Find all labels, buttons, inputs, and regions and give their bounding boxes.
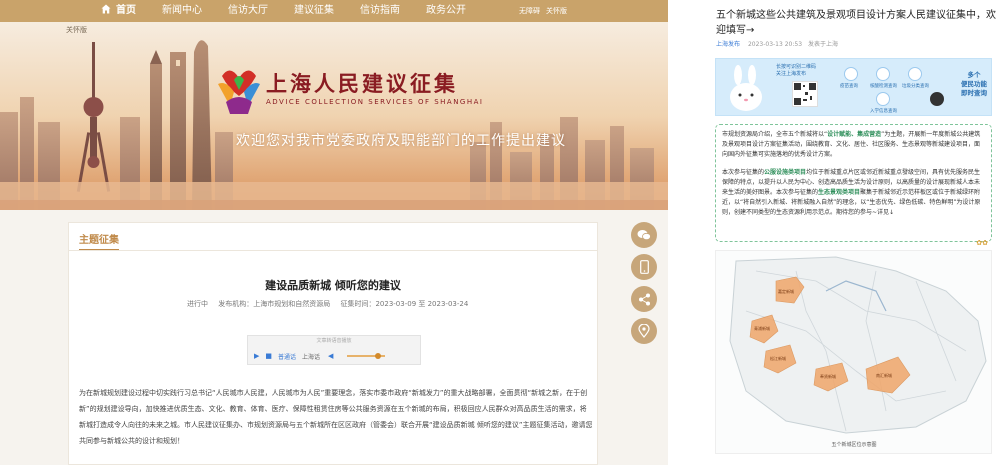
hero-slogan: 欢迎您对我市党委政府及职能部门的工作提出建议 <box>236 133 566 149</box>
article-headline: 五个新城这些公共建筑及景观项目设计方案人民建议征集中，欢迎填写→ <box>716 10 996 36</box>
mobile-button[interactable] <box>631 254 657 280</box>
mobile-icon <box>639 260 649 274</box>
intro-paragraph-1: 市规划资源局介绍，全市五个新城将以“设计赋能、集成营造”为主题，开展新一年度新城… <box>722 131 981 158</box>
garbage-sort-icon <box>908 67 922 81</box>
nav-government-affairs[interactable]: 政务公开 <box>413 0 479 22</box>
garbage-sort-label: 垃圾分类查询 <box>902 84 929 89</box>
volume-slider[interactable] <box>347 353 386 359</box>
section-tag: 主题征集 <box>79 231 119 251</box>
nucleic-test-label: 核酸检测查询 <box>870 84 897 89</box>
location-icon <box>638 324 650 338</box>
wechat-icon <box>637 230 651 241</box>
article-body: 为在新城规划建设过程中切实践行习总书记“人民城市人民建，人民城市为人民”重要理念… <box>79 389 593 445</box>
decoration-stars-icon: ✿✿ <box>976 239 988 247</box>
panel-gap <box>668 0 708 465</box>
stop-icon[interactable]: ■ <box>265 352 272 360</box>
app-icon <box>930 92 944 106</box>
map-label-qingpu: 青浦新城 <box>754 325 770 331</box>
article-title: 建设品质新城 倾听您的建议 <box>265 279 401 292</box>
school-info-label: 入学信息查询 <box>870 109 897 114</box>
wechat-button[interactable] <box>631 222 657 248</box>
hero-banner: 关怀版 上海人民建议征集 ADVICE COLLECTION SERVICES … <box>0 22 668 210</box>
audio-player: 文章转语音播放 ▶ ■ 普通话 上海话 ◀ <box>247 335 421 365</box>
website-panel: 首页 新闻中心 信访大厅 建议征集 信访指南 政务公开 无障碍 关怀版 关怀版 … <box>0 0 668 465</box>
page: 首页 新闻中心 信访大厅 建议征集 信访指南 政务公开 无障碍 关怀版 关怀版 … <box>0 0 1000 465</box>
audio-controls: ▶ ■ 普通话 上海话 ◀ <box>254 350 416 362</box>
shanghai-map-image: 嘉定新城 青浦新城 松江新城 奉贤新城 南汇新城 <box>729 256 987 434</box>
collection-period: 征集时间：2023-03-09 至 2023-03-24 <box>340 300 469 308</box>
theme-collection-section: 主题征集 建设品质新城 倾听您的建议 进行中 发布机构：上海市规划和自然资源局 … <box>68 222 598 465</box>
nav-news[interactable]: 新闻中心 <box>149 0 215 22</box>
vaccine-query-icon <box>844 67 858 81</box>
audio-caption: 文章转语音播放 <box>316 338 352 344</box>
care-mode-label[interactable]: 关怀版 <box>66 25 87 35</box>
map-caption: 五个新城区位示意图 <box>831 442 877 448</box>
logo-title: 上海人民建议征集 <box>266 72 458 96</box>
nucleic-test-icon <box>876 67 890 81</box>
voice-shanghainese-option[interactable]: 上海话 <box>302 352 320 361</box>
share-button[interactable] <box>631 286 657 312</box>
article-byline: 上海发布 2023-03-13 20:53 发表于上海 <box>716 39 842 48</box>
top-navigation: 首页 新闻中心 信访大厅 建议征集 信访指南 政务公开 无障碍 关怀版 <box>0 0 668 22</box>
status-badge: 进行中 <box>187 300 208 308</box>
voice-mandarin-option[interactable]: 普通话 <box>278 352 296 361</box>
vaccine-query-label: 疫苗查询 <box>840 84 858 89</box>
publisher: 发布机构：上海市规划和自然资源局 <box>218 300 331 308</box>
volume-icon[interactable]: ◀ <box>328 352 333 360</box>
home-icon <box>101 4 111 14</box>
map-label-nanhui: 南汇新城 <box>876 372 892 378</box>
article-source-link[interactable]: 上海发布 <box>716 41 740 48</box>
nav-petition-guide[interactable]: 信访指南 <box>347 0 413 22</box>
nav-home[interactable]: 首页 <box>88 0 149 22</box>
more-services-label: 多个 便民功能 即时查询 <box>961 71 987 97</box>
article-location: 发表于上海 <box>807 41 838 48</box>
logo-subtitle: ADVICE COLLECTION SERVICES OF SHANGHAI <box>266 98 484 106</box>
new-towns-map: 嘉定新城 青浦新城 松江新城 奉贤新城 南汇新城 <box>715 250 992 454</box>
rabbit-mascot-icon <box>730 65 762 111</box>
nav-suggestion-collection[interactable]: 建议征集 <box>281 0 347 22</box>
section-divider <box>69 250 597 251</box>
nav-petition-hall[interactable]: 信访大厅 <box>215 0 281 22</box>
play-icon[interactable]: ▶ <box>254 352 259 360</box>
intro-paragraph-2: 本次参与征集的公服设施类项目均位于新城重点片区或邻近新城重点發级空间，具有优先服… <box>722 169 981 216</box>
logo-emblem-icon <box>218 70 260 114</box>
share-icon <box>638 293 650 305</box>
side-toolbar <box>631 222 657 350</box>
qr-code-icon <box>792 81 818 107</box>
accessibility-link[interactable]: 无障碍 <box>519 6 540 16</box>
site-logo[interactable]: 上海人民建议征集 ADVICE COLLECTION SERVICES OF S… <box>216 62 482 132</box>
location-button[interactable] <box>631 318 657 344</box>
article-date: 2023-03-13 20:53 <box>747 41 803 48</box>
school-info-icon <box>876 92 890 106</box>
map-label-fengxian: 奉贤新城 <box>820 373 836 379</box>
follow-banner[interactable]: 长按可识别二维码 关注上海发布 疫苗查询 核酸检测查询 入学信息查询 垃圾分类查询… <box>715 58 992 116</box>
wechat-article-panel: 五个新城这些公共建筑及景观项目设计方案人民建议征集中，欢迎填写→ 上海发布 20… <box>708 0 1000 465</box>
qr-caption: 长按可识别二维码 关注上海发布 <box>776 64 817 77</box>
article-meta: 进行中 发布机构：上海市规划和自然资源局 征集时间：2023-03-09 至 2… <box>187 299 476 309</box>
article-intro-box: 市规划资源局介绍，全市五个新城将以“设计赋能、集成营造”为主题，开展新一年度新城… <box>715 124 992 247</box>
map-label-jiading: 嘉定新城 <box>778 288 794 294</box>
map-label-songjiang: 松江新城 <box>770 355 786 361</box>
care-version-link[interactable]: 关怀版 <box>546 6 567 16</box>
